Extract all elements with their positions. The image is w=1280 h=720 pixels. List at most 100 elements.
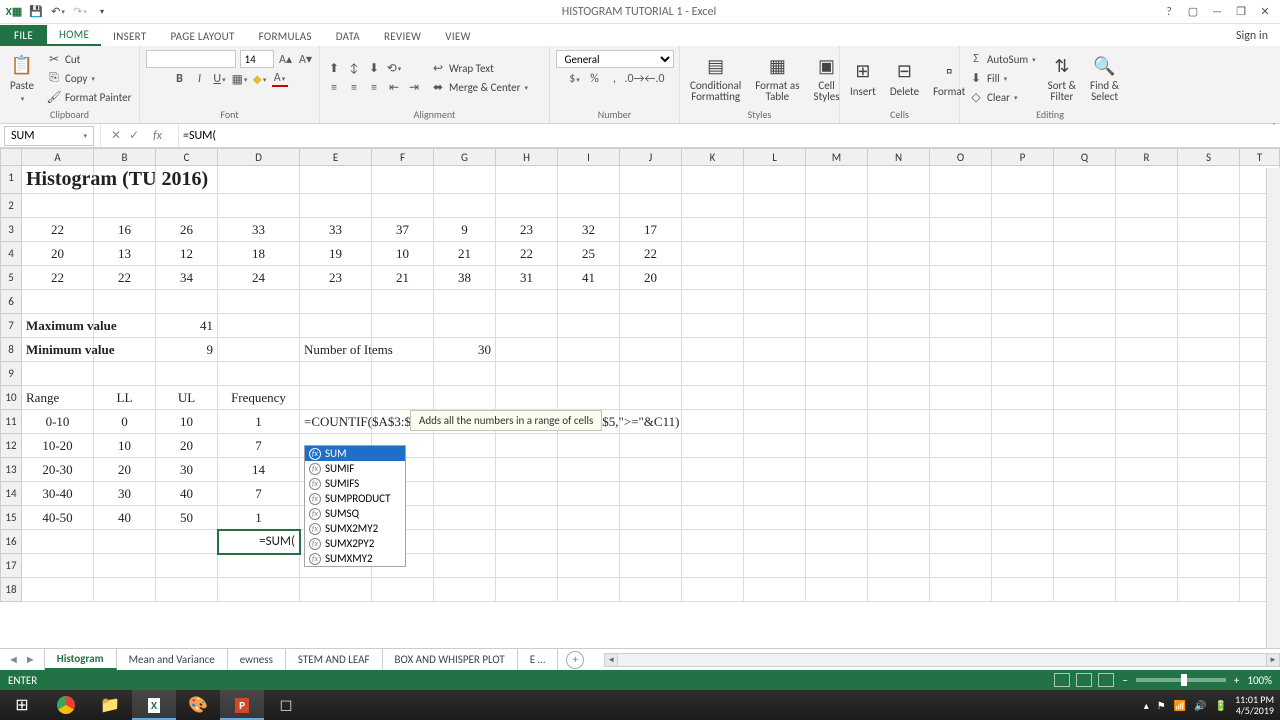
merge-center-button[interactable]: ⬌Merge & Center▾: [428, 79, 530, 97]
cell-E18[interactable]: [300, 578, 372, 602]
row-header-9[interactable]: 9: [0, 362, 22, 386]
column-header-E[interactable]: E: [300, 148, 372, 166]
cell-A2[interactable]: [22, 194, 94, 218]
cell-Q10[interactable]: [1054, 386, 1116, 410]
cell-M6[interactable]: [806, 290, 868, 314]
cell-Q6[interactable]: [1054, 290, 1116, 314]
cell-M12[interactable]: [806, 434, 868, 458]
tab-file[interactable]: FILE: [0, 25, 47, 46]
cell-D14[interactable]: 7: [218, 482, 300, 506]
cell-N7[interactable]: [868, 314, 930, 338]
tray-battery-icon[interactable]: 🔋: [1215, 699, 1227, 712]
cell-J15[interactable]: [620, 506, 682, 530]
align-top-icon[interactable]: ⬆: [326, 61, 342, 77]
cell-D13[interactable]: 14: [218, 458, 300, 482]
cell-L10[interactable]: [744, 386, 806, 410]
cell-N9[interactable]: [868, 362, 930, 386]
cell-O6[interactable]: [930, 290, 992, 314]
cell-P8[interactable]: [992, 338, 1054, 362]
cell-S4[interactable]: [1178, 242, 1240, 266]
cell-O2[interactable]: [930, 194, 992, 218]
cell-F3[interactable]: 37: [372, 218, 434, 242]
cell-K10[interactable]: [682, 386, 744, 410]
cell-H18[interactable]: [496, 578, 558, 602]
cell-L16[interactable]: [744, 530, 806, 554]
autocomplete-item-sumifs[interactable]: fxSUMIFS: [305, 476, 405, 491]
cell-M16[interactable]: [806, 530, 868, 554]
align-right-icon[interactable]: ≡: [366, 80, 382, 96]
cell-I16[interactable]: [558, 530, 620, 554]
cell-R4[interactable]: [1116, 242, 1178, 266]
tab-data[interactable]: DATA: [324, 27, 372, 46]
cell-P2[interactable]: [992, 194, 1054, 218]
cell-R9[interactable]: [1116, 362, 1178, 386]
cell-D1[interactable]: [218, 166, 300, 194]
tab-review[interactable]: REVIEW: [372, 27, 433, 46]
start-button[interactable]: ⊞: [0, 690, 44, 720]
clear-button[interactable]: ◇Clear▾: [966, 88, 1038, 106]
cell-I1[interactable]: [558, 166, 620, 194]
cell-S11[interactable]: [1178, 410, 1240, 434]
increase-decimal-icon[interactable]: .0→: [627, 71, 643, 87]
cell-L1[interactable]: [744, 166, 806, 194]
italic-button[interactable]: I: [192, 71, 208, 87]
cell-S13[interactable]: [1178, 458, 1240, 482]
row-header-8[interactable]: 8: [0, 338, 22, 362]
cell-F6[interactable]: [372, 290, 434, 314]
cell-G17[interactable]: [434, 554, 496, 578]
cell-N6[interactable]: [868, 290, 930, 314]
percent-icon[interactable]: %: [587, 71, 603, 87]
cell-G2[interactable]: [434, 194, 496, 218]
cell-J10[interactable]: [620, 386, 682, 410]
cell-R18[interactable]: [1116, 578, 1178, 602]
row-header-4[interactable]: 4: [0, 242, 22, 266]
page-layout-view-button[interactable]: [1076, 673, 1092, 687]
cancel-formula-icon[interactable]: ✕: [111, 128, 121, 143]
cell-D17[interactable]: [218, 554, 300, 578]
column-header-B[interactable]: B: [94, 148, 156, 166]
tray-up-icon[interactable]: ▴: [1144, 699, 1149, 712]
cell-I3[interactable]: 32: [558, 218, 620, 242]
cell-Q1[interactable]: [1054, 166, 1116, 194]
chrome-taskbar-icon[interactable]: [44, 690, 88, 720]
cell-P11[interactable]: [992, 410, 1054, 434]
cell-I10[interactable]: [558, 386, 620, 410]
column-header-J[interactable]: J: [620, 148, 682, 166]
cell-K7[interactable]: [682, 314, 744, 338]
cell-A8[interactable]: Minimum value: [22, 338, 94, 362]
cell-O9[interactable]: [930, 362, 992, 386]
cell-S5[interactable]: [1178, 266, 1240, 290]
cell-A15[interactable]: 40-50: [22, 506, 94, 530]
format-as-table-button[interactable]: ▦Format as Table: [751, 52, 803, 104]
autocomplete-item-sumxmy2[interactable]: fxSUMXMY2: [305, 551, 405, 566]
cell-R12[interactable]: [1116, 434, 1178, 458]
format-painter-button[interactable]: 🖌Format Painter: [44, 88, 133, 106]
cell-R8[interactable]: [1116, 338, 1178, 362]
cell-D5[interactable]: 24: [218, 266, 300, 290]
cell-S6[interactable]: [1178, 290, 1240, 314]
help-icon[interactable]: ?: [1162, 5, 1176, 18]
cell-D2[interactable]: [218, 194, 300, 218]
cell-I17[interactable]: [558, 554, 620, 578]
cell-H15[interactable]: [496, 506, 558, 530]
cell-I13[interactable]: [558, 458, 620, 482]
autocomplete-item-sumif[interactable]: fxSUMIF: [305, 461, 405, 476]
cell-K18[interactable]: [682, 578, 744, 602]
cell-D6[interactable]: [218, 290, 300, 314]
cell-M4[interactable]: [806, 242, 868, 266]
collapse-ribbon-icon[interactable]: ˆ: [1272, 120, 1276, 133]
cell-D12[interactable]: 7: [218, 434, 300, 458]
cell-P12[interactable]: [992, 434, 1054, 458]
cell-styles-button[interactable]: ▣Cell Styles: [810, 52, 844, 104]
cell-P6[interactable]: [992, 290, 1054, 314]
column-header-R[interactable]: R: [1116, 148, 1178, 166]
cell-G16[interactable]: [434, 530, 496, 554]
copy-button[interactable]: ⎘Copy▾: [44, 69, 133, 87]
tab-home[interactable]: HOME: [47, 25, 101, 46]
fill-color-button[interactable]: ◆▾: [252, 71, 268, 87]
cell-G13[interactable]: [434, 458, 496, 482]
cell-I9[interactable]: [558, 362, 620, 386]
column-header-F[interactable]: F: [372, 148, 434, 166]
cell-C9[interactable]: [156, 362, 218, 386]
cell-I15[interactable]: [558, 506, 620, 530]
